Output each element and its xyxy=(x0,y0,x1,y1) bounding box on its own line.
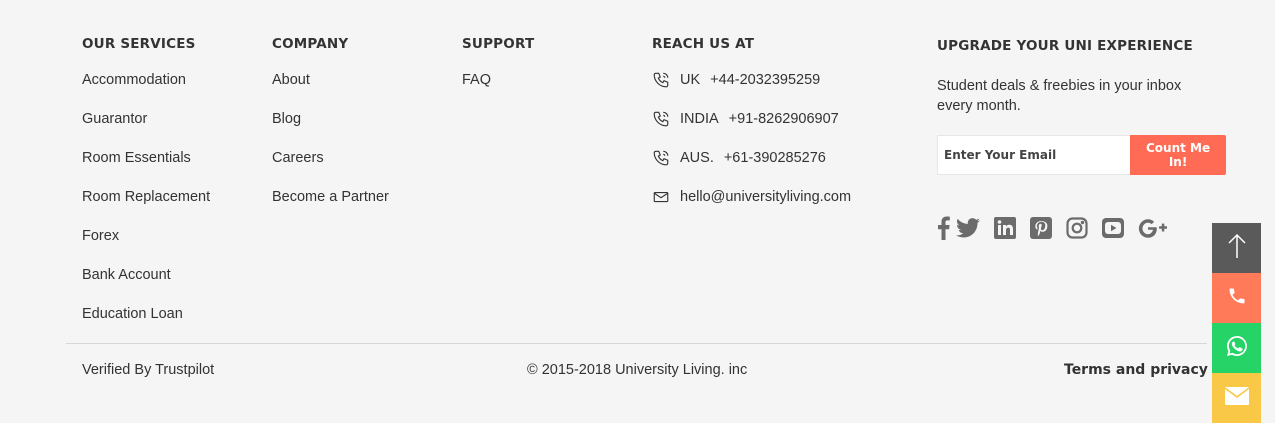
services-link-education-loan[interactable]: Education Loan xyxy=(82,305,210,323)
company-link-about[interactable]: About xyxy=(272,71,389,89)
scroll-top-button[interactable] xyxy=(1212,223,1261,273)
support-link-faq[interactable]: FAQ xyxy=(462,71,534,89)
reach-heading: REACH US AT xyxy=(652,36,755,52)
services-link-room-replacement[interactable]: Room Replacement xyxy=(82,188,210,206)
trustpilot-link[interactable]: Verified By Trustpilot xyxy=(82,362,214,378)
terms-privacy-link[interactable]: Terms and privacy xyxy=(1064,362,1208,378)
company-heading: COMPANY xyxy=(272,36,349,52)
instagram-icon[interactable] xyxy=(1066,217,1088,239)
phone-number[interactable]: +44-2032395259 xyxy=(710,72,820,88)
phone-number[interactable]: +61-390285276 xyxy=(724,150,826,166)
envelope-icon xyxy=(652,188,670,206)
call-button[interactable] xyxy=(1212,273,1261,323)
phone-country: AUS. xyxy=(680,150,714,166)
social-icons xyxy=(937,216,1184,240)
company-column: COMPANY About Blog Careers Become a Part… xyxy=(272,36,389,227)
phone-icon xyxy=(652,71,670,89)
company-link-become-partner[interactable]: Become a Partner xyxy=(272,188,389,206)
support-heading: SUPPORT xyxy=(462,36,535,52)
twitter-icon[interactable] xyxy=(956,218,980,238)
newsletter-section: UPGRADE YOUR UNI EXPERIENCE Student deal… xyxy=(937,38,1237,116)
company-link-careers[interactable]: Careers xyxy=(272,149,389,167)
phone-icon xyxy=(652,110,670,128)
whatsapp-icon xyxy=(1225,334,1249,363)
company-link-blog[interactable]: Blog xyxy=(272,110,389,128)
phone-country: UK xyxy=(680,72,701,88)
newsletter-text: Student deals & freebies in your inbox e… xyxy=(937,78,1182,114)
services-link-accommodation[interactable]: Accommodation xyxy=(82,71,210,89)
services-link-room-essentials[interactable]: Room Essentials xyxy=(82,149,210,167)
services-link-bank-account[interactable]: Bank Account xyxy=(82,266,210,284)
support-column: SUPPORT FAQ xyxy=(462,36,534,110)
services-column: OUR SERVICES Accommodation Guarantor Roo… xyxy=(82,36,210,344)
linkedin-icon[interactable] xyxy=(994,217,1016,239)
phone-row-uk[interactable]: UK +44-2032395259 xyxy=(652,71,851,89)
services-link-forex[interactable]: Forex xyxy=(82,227,210,245)
services-link-guarantor[interactable]: Guarantor xyxy=(82,110,210,128)
phone-icon xyxy=(1227,286,1247,311)
contact-email[interactable]: hello@universityliving.com xyxy=(680,189,851,205)
phone-row-aus[interactable]: AUS. +61-390285276 xyxy=(652,149,851,167)
newsletter-email-input[interactable] xyxy=(937,135,1131,175)
youtube-icon[interactable] xyxy=(1102,217,1124,239)
email-row[interactable]: hello@universityliving.com xyxy=(652,188,851,206)
phone-country: INDIA xyxy=(680,111,719,127)
footer-divider xyxy=(66,343,1207,344)
mail-icon xyxy=(1224,386,1249,410)
count-me-in-button[interactable]: Count Me In! xyxy=(1130,135,1226,175)
services-heading: OUR SERVICES xyxy=(82,36,196,52)
copyright-text: © 2015-2018 University Living. inc xyxy=(527,362,748,378)
mail-button[interactable] xyxy=(1212,373,1261,423)
reach-column: REACH US AT UK +44-2032395259 INDIA +91-… xyxy=(652,36,851,227)
pinterest-icon[interactable] xyxy=(1030,217,1052,239)
newsletter-form: Count Me In! xyxy=(937,135,1226,175)
newsletter-heading: UPGRADE YOUR UNI EXPERIENCE xyxy=(937,38,1193,54)
facebook-icon[interactable] xyxy=(937,216,950,240)
phone-icon xyxy=(652,149,670,167)
scroll-top-icon xyxy=(1227,233,1247,264)
whatsapp-button[interactable] xyxy=(1212,323,1261,373)
phone-row-india[interactable]: INDIA +91-8262906907 xyxy=(652,110,851,128)
phone-number[interactable]: +91-8262906907 xyxy=(729,111,839,127)
google-plus-icon[interactable] xyxy=(1138,218,1170,238)
